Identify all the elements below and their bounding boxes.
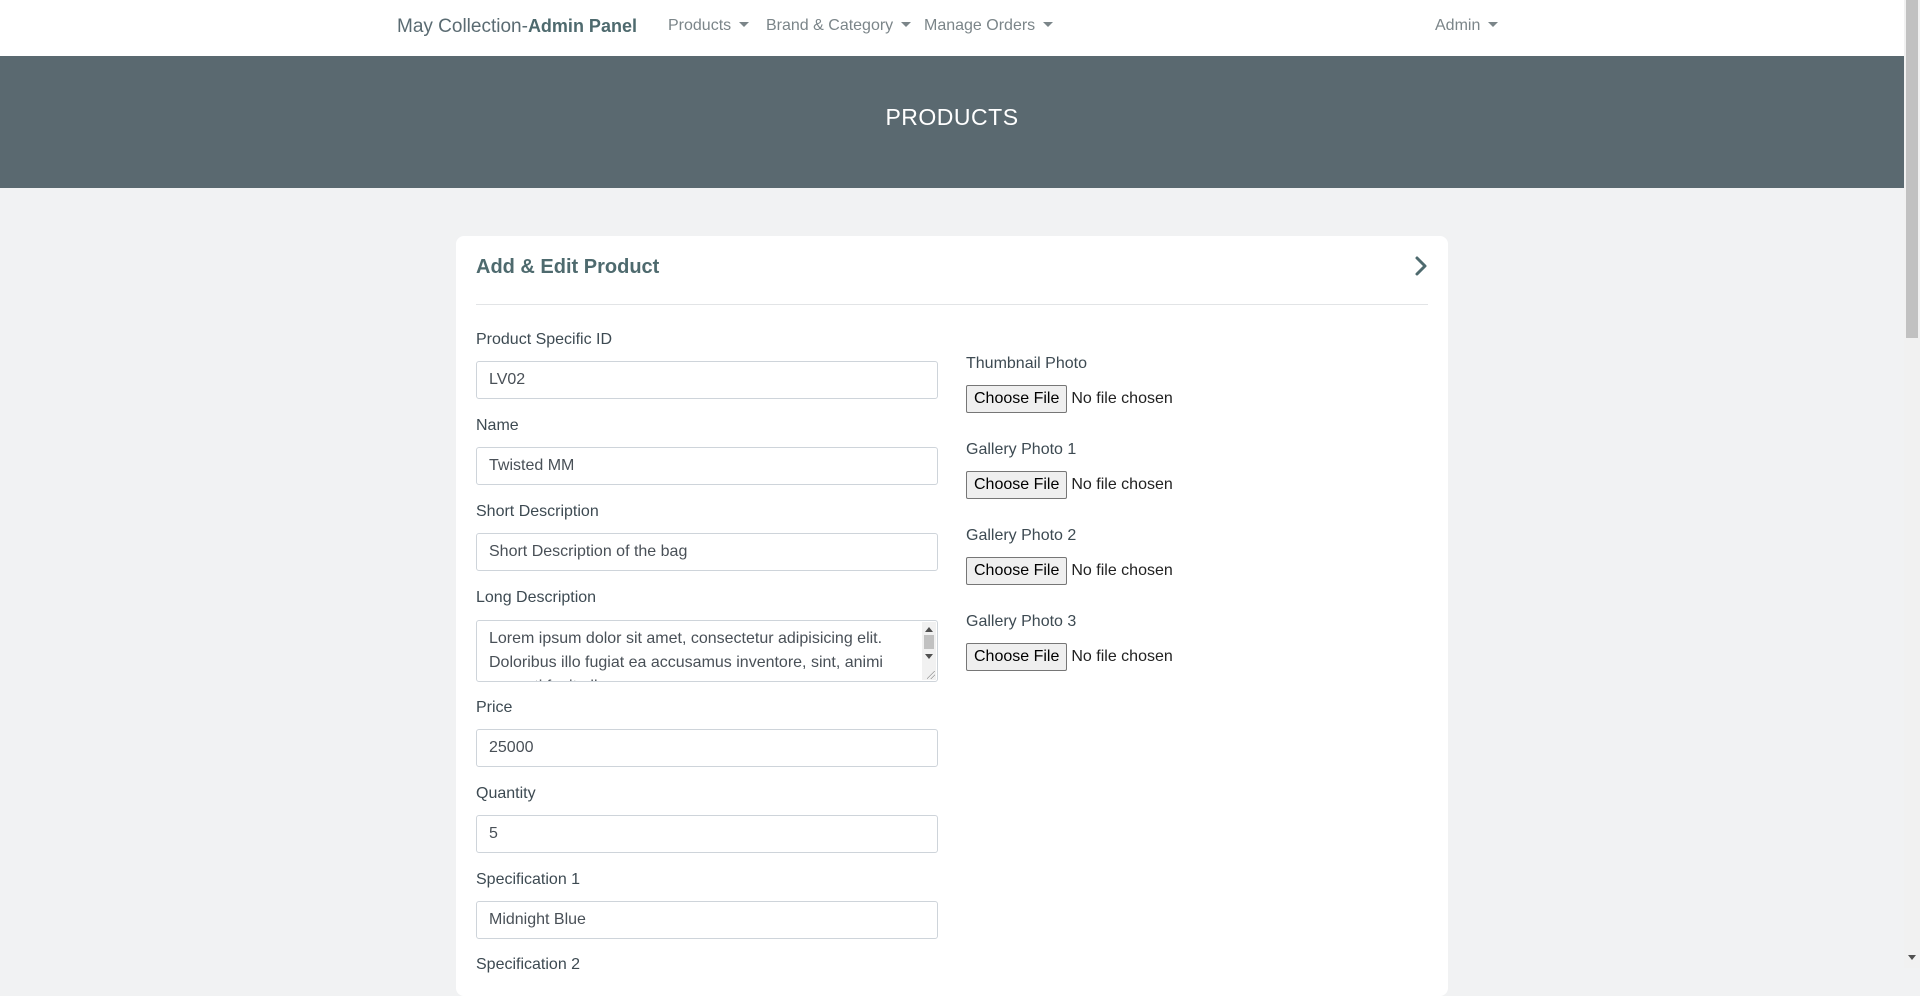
long-description-label: Long Description <box>476 589 597 606</box>
long-description-text: Lorem ipsum dolor sit amet, consectetur … <box>489 630 883 681</box>
specification-2-label: Specification 2 <box>476 956 581 973</box>
gallery-photo-3-file-input[interactable]: Choose File No file chosen <box>966 643 1173 673</box>
quantity-label: Quantity <box>476 785 536 802</box>
product-id-label: Product Specific ID <box>476 331 613 348</box>
gallery-photo-1-label: Gallery Photo 1 <box>966 441 1077 458</box>
gallery-photo-2-file-input[interactable]: Choose File No file chosen <box>966 557 1173 587</box>
brand-logo[interactable]: May Collection-Admin Panel <box>397 16 637 38</box>
page-header-banner: PRODUCTS <box>0 56 1904 188</box>
textarea-scroll-thumb[interactable] <box>924 635 934 649</box>
thumbnail-photo-label: Thumbnail Photo <box>966 355 1087 372</box>
page-title: PRODUCTS <box>885 104 1019 130</box>
file-status-text: No file chosen <box>1071 562 1173 579</box>
choose-file-button[interactable]: Choose File <box>966 643 1068 671</box>
add-edit-product-card: Add & Edit Product Product Specific ID N… <box>456 236 1448 996</box>
nav-products-dropdown[interactable]: Products <box>668 17 750 35</box>
caret-down-icon <box>739 22 750 27</box>
admin-user-dropdown[interactable]: Admin <box>1435 17 1499 35</box>
specification-1-label: Specification 1 <box>476 871 581 888</box>
thumbnail-photo-file-input[interactable]: Choose File No file chosen <box>966 385 1173 415</box>
card-title: Add & Edit Product <box>476 256 660 278</box>
specification-1-input[interactable] <box>476 901 938 939</box>
name-label: Name <box>476 417 519 434</box>
nav-brand-category-label: Brand & Category <box>766 17 894 34</box>
gallery-photo-1-file-input[interactable]: Choose File No file chosen <box>966 471 1173 501</box>
page-scrollbar[interactable] <box>1904 0 1920 968</box>
brand-prefix: May Collection- <box>397 16 528 37</box>
file-status-text: No file chosen <box>1071 390 1173 407</box>
scroll-down-arrow-icon[interactable] <box>925 654 933 659</box>
nav-manage-orders-label: Manage Orders <box>924 17 1036 34</box>
admin-user-label: Admin <box>1435 17 1481 34</box>
choose-file-button[interactable]: Choose File <box>966 385 1068 413</box>
caret-down-icon <box>901 22 912 27</box>
caret-down-icon <box>1043 22 1054 27</box>
short-description-input[interactable] <box>476 533 938 571</box>
page-scroll-thumb[interactable] <box>1906 0 1918 338</box>
nav-brand-category-dropdown[interactable]: Brand & Category <box>766 17 912 35</box>
short-description-label: Short Description <box>476 503 599 520</box>
price-input[interactable] <box>476 729 938 767</box>
gallery-photo-3-label: Gallery Photo 3 <box>966 613 1077 630</box>
brand-suffix: Admin Panel <box>527 16 637 36</box>
card-divider <box>476 304 1428 305</box>
quantity-input[interactable] <box>476 815 938 853</box>
nav-products-label: Products <box>668 17 732 34</box>
long-description-textarea[interactable]: Lorem ipsum dolor sit amet, consectetur … <box>476 620 938 682</box>
nav-manage-orders-dropdown[interactable]: Manage Orders <box>924 17 1054 35</box>
name-input[interactable] <box>476 447 938 485</box>
top-navbar: May Collection-Admin Panel Products Bran… <box>0 0 1904 57</box>
chevron-right-icon[interactable] <box>1412 254 1432 278</box>
scroll-down-arrow-icon[interactable] <box>1908 955 1916 960</box>
scroll-up-arrow-icon[interactable] <box>925 627 933 632</box>
price-label: Price <box>476 699 513 716</box>
product-id-input[interactable] <box>476 361 938 399</box>
gallery-photo-2-label: Gallery Photo 2 <box>966 527 1077 544</box>
caret-down-icon <box>1488 22 1499 27</box>
file-status-text: No file chosen <box>1071 476 1173 493</box>
file-status-text: No file chosen <box>1071 648 1173 665</box>
resize-grip-icon[interactable] <box>927 671 935 679</box>
choose-file-button[interactable]: Choose File <box>966 557 1068 585</box>
choose-file-button[interactable]: Choose File <box>966 471 1068 499</box>
